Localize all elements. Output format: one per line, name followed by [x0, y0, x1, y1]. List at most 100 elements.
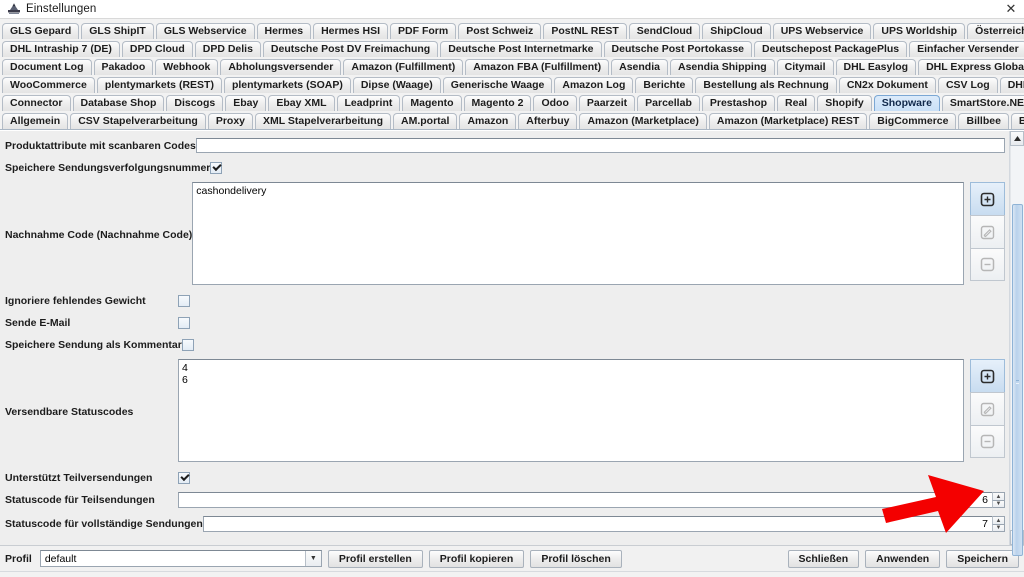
tab-deutsche-post-internetmarke[interactable]: Deutsche Post Internetmarke [440, 41, 602, 57]
edit-button-cod[interactable] [970, 215, 1005, 248]
save-comment-checkbox[interactable] [181, 339, 194, 351]
tab-dhl-retoure[interactable]: DHL Retoure [999, 77, 1024, 93]
tab-abholungsversender[interactable]: Abholungsversender [220, 59, 342, 75]
tab-bricklink[interactable]: Bricklink [1010, 113, 1024, 129]
tab-smartstore-net[interactable]: SmartStore.NET [941, 95, 1024, 111]
tab-discogs[interactable]: Discogs [166, 95, 224, 111]
close-button[interactable]: Schließen [787, 549, 860, 568]
copy-profile-button[interactable]: Profil kopieren [428, 549, 525, 568]
tab-amazon-fulfillment[interactable]: Amazon (Fulfillment) [343, 59, 464, 75]
tab-dhl-intraship-7-de[interactable]: DHL Intraship 7 (DE) [2, 41, 120, 57]
list-item[interactable]: cashondelivery [196, 185, 960, 197]
tab-ups-webservice[interactable]: UPS Webservice [772, 23, 872, 39]
tab-parcellab[interactable]: Parcellab [637, 95, 700, 111]
tab-gls-shipit[interactable]: GLS ShipIT [81, 23, 154, 39]
tab-document-log[interactable]: Document Log [2, 59, 92, 75]
tab-ebay-xml[interactable]: Ebay XML [268, 95, 335, 111]
tab-bigcommerce[interactable]: BigCommerce [869, 113, 957, 129]
tab-csv-log[interactable]: CSV Log [937, 77, 998, 93]
tab-sterreichische-post[interactable]: Österreichische Post [967, 23, 1024, 39]
tab-paarzeit[interactable]: Paarzeit [578, 95, 636, 111]
tab-einfacher-versender[interactable]: Einfacher Versender [909, 41, 1024, 57]
scrollbar-track[interactable] [1010, 146, 1024, 556]
tab-sendcloud[interactable]: SendCloud [628, 23, 701, 39]
tab-am-portal[interactable]: AM.portal [393, 113, 458, 129]
spinner-up-icon[interactable]: ▲ [992, 516, 1005, 524]
list-item[interactable]: 6 [182, 374, 960, 386]
tab-leadprint[interactable]: Leadprint [336, 95, 401, 111]
delete-profile-button[interactable]: Profil löschen [530, 549, 622, 568]
apply-button[interactable]: Anwenden [865, 549, 941, 568]
tab-csv-stapelverarbeitung[interactable]: CSV Stapelverarbeitung [70, 113, 206, 129]
tab-odoo[interactable]: Odoo [533, 95, 577, 111]
tab-bestellung-als-rechnung[interactable]: Bestellung als Rechnung [695, 77, 837, 93]
tab-prestashop[interactable]: Prestashop [701, 95, 776, 111]
tracking-checkbox[interactable] [210, 162, 223, 174]
tab-amazon-log[interactable]: Amazon Log [554, 77, 634, 93]
tab-hermes-hsi[interactable]: Hermes HSI [313, 23, 389, 39]
tab-ups-worldship[interactable]: UPS Worldship [873, 23, 966, 39]
tab-allgemein[interactable]: Allgemein [2, 113, 69, 129]
send-email-checkbox[interactable] [178, 317, 190, 329]
list-item[interactable]: 4 [182, 362, 960, 374]
create-profile-button[interactable]: Profil erstellen [327, 549, 423, 568]
scancodes-input[interactable] [195, 138, 1005, 153]
tab-dipse-waage[interactable]: Dipse (Waage) [352, 77, 441, 93]
tab-citymail[interactable]: Citymail [776, 59, 834, 75]
tab-amazon[interactable]: Amazon [459, 113, 517, 129]
tab-xml-stapelverarbeitung[interactable]: XML Stapelverarbeitung [255, 113, 392, 129]
vertical-scrollbar[interactable] [1009, 131, 1024, 556]
status-partial-input[interactable] [178, 492, 992, 508]
tab-dpd-cloud[interactable]: DPD Cloud [121, 41, 193, 57]
tab-dpd-delis[interactable]: DPD Delis [194, 41, 261, 57]
tab-pakadoo[interactable]: Pakadoo [93, 59, 154, 75]
tab-dhl-easylog[interactable]: DHL Easylog [835, 59, 917, 75]
tab-shopware[interactable]: Shopware [873, 95, 940, 111]
tab-plentymarkets-soap[interactable]: plentymarkets (SOAP) [223, 77, 351, 93]
tab-connector[interactable]: Connector [2, 95, 71, 111]
tab-magento[interactable]: Magento [402, 95, 462, 111]
tab-hermes[interactable]: Hermes [256, 23, 312, 39]
partial-checkbox[interactable] [178, 472, 190, 484]
save-button[interactable]: Speichern [946, 549, 1019, 568]
add-button-statuscodes[interactable] [970, 359, 1005, 392]
edit-button-statuscodes[interactable] [970, 392, 1005, 425]
close-icon[interactable]: ✕ [1004, 2, 1018, 16]
tab-ebay[interactable]: Ebay [225, 95, 267, 111]
tab-woocommerce[interactable]: WooCommerce [2, 77, 95, 93]
profile-select[interactable]: default ▼ [39, 550, 322, 567]
tab-shipcloud[interactable]: ShipCloud [702, 23, 771, 39]
cod-listbox[interactable]: cashondelivery [192, 182, 964, 285]
tab-asendia-shipping[interactable]: Asendia Shipping [669, 59, 775, 75]
tab-billbee[interactable]: Billbee [958, 113, 1009, 129]
tab-deutsche-post-dv-freimachung[interactable]: Deutsche Post DV Freimachung [262, 41, 439, 57]
chevron-down-icon[interactable]: ▼ [304, 551, 321, 566]
status-complete-input[interactable] [202, 516, 992, 532]
tab-database-shop[interactable]: Database Shop [72, 95, 165, 111]
tab-amazon-fba-fulfillment[interactable]: Amazon FBA (Fulfillment) [465, 59, 610, 75]
scrollbar-thumb[interactable] [1012, 204, 1023, 556]
tab-dhl-express-global-ws[interactable]: DHL Express Global WS [918, 59, 1024, 75]
tab-shopify[interactable]: Shopify [817, 95, 872, 111]
tab-generische-waage[interactable]: Generische Waage [442, 77, 553, 93]
spinner-down-icon[interactable]: ▼ [992, 524, 1005, 532]
add-button-cod[interactable] [970, 182, 1005, 215]
tab-gls-webservice[interactable]: GLS Webservice [155, 23, 255, 39]
tab-deutschepost-packageplus[interactable]: Deutschepost PackagePlus [754, 41, 908, 57]
tab-real[interactable]: Real [777, 95, 816, 111]
remove-button-statuscodes[interactable] [970, 425, 1005, 458]
tab-afterbuy[interactable]: Afterbuy [518, 113, 578, 129]
tab-berichte[interactable]: Berichte [635, 77, 694, 93]
tab-plentymarkets-rest[interactable]: plentymarkets (REST) [96, 77, 222, 93]
tab-proxy[interactable]: Proxy [207, 113, 253, 129]
tab-magento-2[interactable]: Magento 2 [463, 95, 532, 111]
tab-gls-gepard[interactable]: GLS Gepard [2, 23, 80, 39]
tab-cn2x-dokument[interactable]: CN2x Dokument [838, 77, 936, 93]
tab-pdf-form[interactable]: PDF Form [390, 23, 457, 39]
ignore-weight-checkbox[interactable] [178, 295, 190, 307]
tab-asendia[interactable]: Asendia [611, 59, 668, 75]
remove-button-cod[interactable] [970, 248, 1005, 281]
tab-deutsche-post-portokasse[interactable]: Deutsche Post Portokasse [603, 41, 752, 57]
tab-amazon-marketplace[interactable]: Amazon (Marketplace) [579, 113, 707, 129]
tab-webhook[interactable]: Webhook [155, 59, 219, 75]
